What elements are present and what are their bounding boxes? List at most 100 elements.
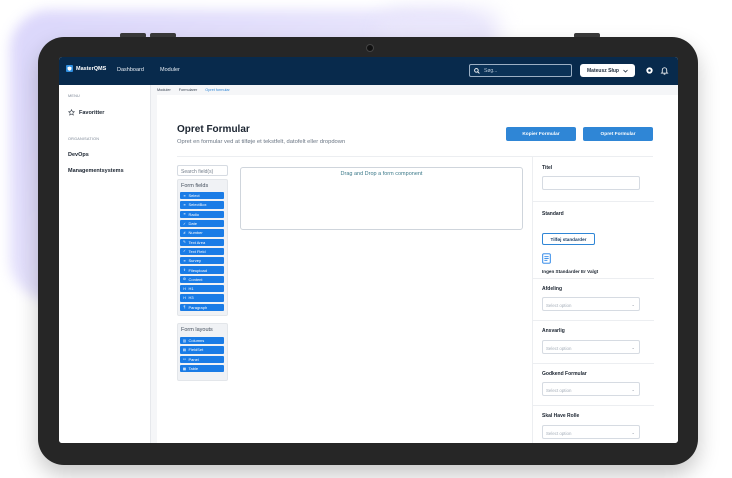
component-label: Columns xyxy=(188,338,205,344)
gear-icon[interactable] xyxy=(645,66,654,75)
search-input[interactable]: Søg... xyxy=(469,64,572,77)
component-label: Text Area xyxy=(188,239,206,245)
check-icon: ✓ xyxy=(182,249,186,254)
section-divider xyxy=(533,201,654,202)
component-h3[interactable]: H H3 xyxy=(180,294,224,302)
select-placeholder: Select option xyxy=(546,302,572,308)
sidebar-item-devops[interactable]: DevOps xyxy=(68,152,89,158)
shield-icon xyxy=(66,65,73,72)
component-label: SelectBox xyxy=(188,202,207,208)
component-label: Fileupload xyxy=(188,267,207,273)
component-selectbox[interactable]: ≡ SelectBox xyxy=(180,201,224,209)
responsible-select[interactable]: Select option ⌄ xyxy=(542,340,640,354)
component-label: Date xyxy=(188,221,197,227)
component-fileupload[interactable]: ⇪ Fileupload xyxy=(180,266,224,274)
user-name: Mateusz Słup xyxy=(587,67,619,74)
search-placeholder: Søg... xyxy=(484,67,498,74)
sidebar: MENU Favoritter ORGANISATION DevOps Mana… xyxy=(59,85,151,443)
component-label: Paragraph xyxy=(188,304,208,310)
pencil-icon: ✎ xyxy=(182,240,186,245)
component-number[interactable]: # Number xyxy=(180,229,224,237)
number-icon: # xyxy=(183,230,186,235)
component-text-field[interactable]: ✓ Text Field xyxy=(180,247,224,256)
list-icon: ≡ xyxy=(183,202,186,207)
field-search-input[interactable]: Search field(s) xyxy=(177,165,228,176)
section-divider xyxy=(533,320,654,321)
component-survey[interactable]: ≡ Survey xyxy=(180,257,224,265)
sidebar-org-heading: ORGANISATION xyxy=(68,137,100,141)
title-input[interactable] xyxy=(542,176,640,190)
chevron-down-icon xyxy=(623,69,628,73)
breadcrumb-item[interactable]: Formularer xyxy=(179,88,198,92)
select-placeholder: Select option xyxy=(546,345,572,351)
section-divider xyxy=(533,278,654,279)
component-label: Radio xyxy=(188,211,199,217)
component-table[interactable]: ▦ Table xyxy=(180,364,224,373)
component-date[interactable]: ✓ Date xyxy=(180,219,224,228)
component-label: Table xyxy=(188,366,199,372)
sidebar-item-label: DevOps xyxy=(68,152,89,158)
top-navbar: MasterQMS Dashboard Moduler Søg... Mateu… xyxy=(59,57,678,85)
sidebar-item-favorites[interactable]: Favoritter xyxy=(68,109,104,116)
gear-icon: ⚙ xyxy=(182,277,187,282)
nav-dashboard[interactable]: Dashboard xyxy=(117,67,144,73)
app-screen: MasterQMS Dashboard Moduler Søg... Mateu… xyxy=(59,57,678,443)
component-label: H1 xyxy=(188,286,194,292)
table-icon: ▦ xyxy=(182,366,187,371)
user-menu-button[interactable]: Mateusz Słup xyxy=(580,64,635,77)
component-label: FieldSet xyxy=(188,347,204,353)
heading-icon: H xyxy=(183,286,186,291)
component-text-area[interactable]: ✎ Text Area xyxy=(180,238,224,246)
heading-icon: H xyxy=(183,295,186,300)
check-icon: ✓ xyxy=(182,221,186,226)
chevron-down-icon: ⌄ xyxy=(631,301,635,307)
select-placeholder: Select option xyxy=(546,430,572,436)
breadcrumb-item[interactable]: Moduler xyxy=(157,88,171,92)
upload-icon: ⇪ xyxy=(182,268,186,273)
component-content[interactable]: ⚙ Content xyxy=(180,275,224,284)
component-columns[interactable]: ▥ Columns xyxy=(180,337,224,345)
bell-icon[interactable] xyxy=(660,66,669,75)
component-label: Survey xyxy=(188,258,201,264)
sidebar-item-managementsystems[interactable]: Managementsystems xyxy=(68,168,124,174)
component-label: Content xyxy=(188,276,203,282)
component-fieldset[interactable]: ▤ FieldSet xyxy=(180,346,224,354)
document-icon xyxy=(542,253,551,264)
department-select[interactable]: Select option ⌄ xyxy=(542,297,640,311)
list-icon: ≡ xyxy=(183,193,186,198)
component-label: Select xyxy=(188,193,200,199)
component-palette: Search field(s) Form fields ≡ Select ≡ Sele… xyxy=(177,165,229,385)
title-label: Titel xyxy=(542,165,553,171)
form-layouts-title: Form layouts xyxy=(181,326,213,333)
department-label: Afdeling xyxy=(542,286,562,292)
approve-form-select[interactable]: Select option ⌄ xyxy=(542,382,640,396)
sidebar-menu-heading: MENU xyxy=(68,94,80,98)
chevron-down-icon: ⌄ xyxy=(631,386,635,392)
copy-form-button[interactable]: Kopier Formular xyxy=(506,127,576,141)
component-label: Number xyxy=(188,230,203,236)
create-form-button[interactable]: Opret Formular xyxy=(583,127,653,141)
add-standards-button[interactable]: Tilføj standarder xyxy=(542,233,595,245)
component-label: H3 xyxy=(188,295,194,301)
section-divider xyxy=(533,363,654,364)
component-panel[interactable]: ▭ Panel xyxy=(180,355,224,363)
required-role-label: Skal Have Rolle xyxy=(542,413,580,419)
dropzone-hint: Drag and Drop a form component xyxy=(340,171,423,177)
section-divider xyxy=(533,405,654,406)
component-paragraph[interactable]: ¶ Paragraph xyxy=(180,303,224,311)
required-role-select[interactable]: Select option ⌄ xyxy=(542,425,640,439)
nav-modules[interactable]: Moduler xyxy=(160,67,180,73)
list-icon: ≡ xyxy=(183,212,186,217)
component-radio[interactable]: ≡ Radio xyxy=(180,210,224,218)
stage: MasterQMS Dashboard Moduler Søg... Mateu… xyxy=(0,0,732,478)
main-panel: Opret Formular Opret en formular ved at … xyxy=(157,95,678,443)
sidebar-item-label: Favoritter xyxy=(79,109,105,116)
approve-form-label: Godkend Formular xyxy=(542,371,587,377)
no-standards-text: Ingen Standarder Er Valgt xyxy=(542,269,599,274)
form-dropzone[interactable]: Drag and Drop a form component xyxy=(240,167,523,230)
component-select[interactable]: ≡ Select xyxy=(180,192,224,200)
brand-logo[interactable]: MasterQMS xyxy=(66,65,106,72)
component-h1[interactable]: H H1 xyxy=(180,285,224,293)
form-fields-title: Form fields xyxy=(181,182,209,189)
paragraph-icon: ¶ xyxy=(183,305,186,310)
